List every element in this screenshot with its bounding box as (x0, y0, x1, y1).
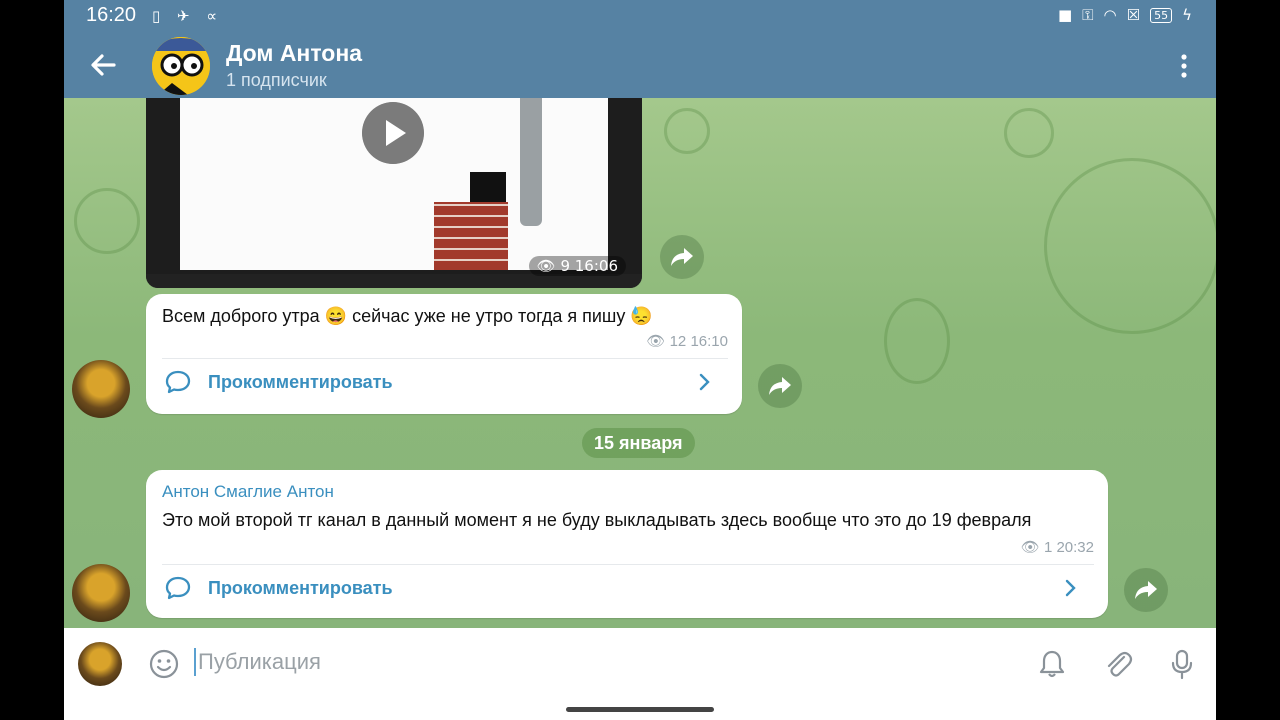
comment-button[interactable]: Прокомментировать (164, 568, 1094, 608)
message-author: Антон Смаглие Антон (162, 482, 334, 501)
chat-header: Дом Антона 1 подписчик (64, 33, 1216, 98)
status-time: 16:20 (86, 4, 137, 26)
message-meta: 👁 12 16:10 (646, 332, 728, 350)
kebab-menu-icon[interactable] (1172, 51, 1196, 81)
camera-icon: ■ (1057, 6, 1073, 24)
microphone-icon[interactable] (1166, 648, 1198, 680)
share-arrow-icon (671, 248, 693, 266)
eye-icon: 👁 (646, 333, 666, 350)
background-doodle (664, 108, 710, 154)
background-doodle (1044, 158, 1216, 334)
bell-icon[interactable] (1036, 648, 1068, 680)
eye-icon: 👁 (536, 257, 556, 275)
wifi-icon: ◠ (1103, 6, 1117, 24)
key-icon: ⚿ (1082, 6, 1094, 24)
sim-icon: ☒ (1126, 6, 1141, 24)
channel-avatar[interactable] (152, 37, 210, 95)
share-arrow-icon (1135, 581, 1157, 599)
video-progress-bar[interactable] (146, 274, 642, 288)
chat-bubble-icon (165, 370, 191, 394)
chevron-right-icon (1065, 579, 1076, 597)
background-doodle (884, 298, 950, 384)
paperclip-icon[interactable] (1102, 648, 1134, 680)
home-indicator[interactable] (566, 707, 714, 712)
message-bubble[interactable]: Антон Смаглие Антон Это мой второй тг ка… (146, 470, 1108, 618)
send-as-avatar[interactable] (78, 642, 122, 686)
comment-label: Прокомментировать (208, 577, 393, 598)
share-arrow-icon (769, 377, 791, 395)
arrow-left-icon[interactable] (86, 48, 120, 82)
system-nav-bar (64, 700, 1216, 720)
status-bar: 16:20 ▯ ✈ ∝ ■ ⚿ ◠ ☒ 55 ϟ (64, 0, 1216, 33)
share-button[interactable] (1124, 568, 1168, 612)
status-icons-right: ■ ⚿ ◠ ☒ 55 ϟ (1058, 6, 1192, 24)
background-doodle (74, 188, 140, 254)
smiley-icon[interactable] (148, 648, 180, 680)
message-time: 16:10 (690, 333, 728, 350)
background-doodle (1004, 108, 1054, 158)
chat-history[interactable]: 👁 9 16:06 Всем доброго утра 😄 сейчас уже… (64, 98, 1216, 628)
share-button[interactable] (758, 364, 802, 408)
battery-level: 55 (1150, 7, 1173, 23)
video-time: 16:06 (574, 257, 618, 275)
eye-icon: 👁 (1020, 539, 1040, 556)
subscriber-count: 1 подписчик (226, 70, 327, 90)
author-avatar[interactable] (72, 564, 130, 622)
message-text: Это мой второй тг канал в данный момент … (162, 510, 1032, 530)
charging-icon: ϟ (1182, 6, 1192, 24)
video-message[interactable]: 👁 9 16:06 (146, 98, 642, 288)
chevron-right-icon (699, 373, 710, 391)
date-divider: 15 января (582, 428, 695, 458)
chat-bubble-icon (165, 576, 191, 600)
play-icon[interactable] (362, 102, 424, 164)
channel-title: Дом Антона (226, 40, 363, 66)
video-brick-wall (434, 202, 508, 270)
comment-label: Прокомментировать (208, 371, 393, 392)
comment-button[interactable]: Прокомментировать (164, 362, 728, 402)
telegram-screen: 16:20 ▯ ✈ ∝ ■ ⚿ ◠ ☒ 55 ϟ Дом Антона 1 по… (64, 0, 1216, 720)
message-composer: Публикация (64, 628, 1216, 700)
message-time: 20:32 (1056, 539, 1094, 556)
author-avatar[interactable] (72, 360, 130, 418)
video-box (470, 172, 506, 202)
video-figure (520, 98, 542, 226)
message-text: Всем доброго утра 😄 сейчас уже не утро т… (162, 306, 653, 326)
video-views: 9 (560, 257, 570, 275)
message-views: 12 (669, 333, 687, 350)
message-bubble[interactable]: Всем доброго утра 😄 сейчас уже не утро т… (146, 294, 742, 414)
message-input[interactable]: Публикация (194, 648, 321, 676)
message-meta: 👁 1 20:32 (1021, 538, 1094, 556)
message-views: 1 (1043, 539, 1053, 556)
share-button[interactable] (660, 235, 704, 279)
divider (162, 358, 728, 359)
divider (162, 564, 1094, 565)
video-meta: 👁 9 16:06 (528, 256, 626, 276)
status-icons-left: ▯ ✈ ∝ (152, 7, 224, 25)
